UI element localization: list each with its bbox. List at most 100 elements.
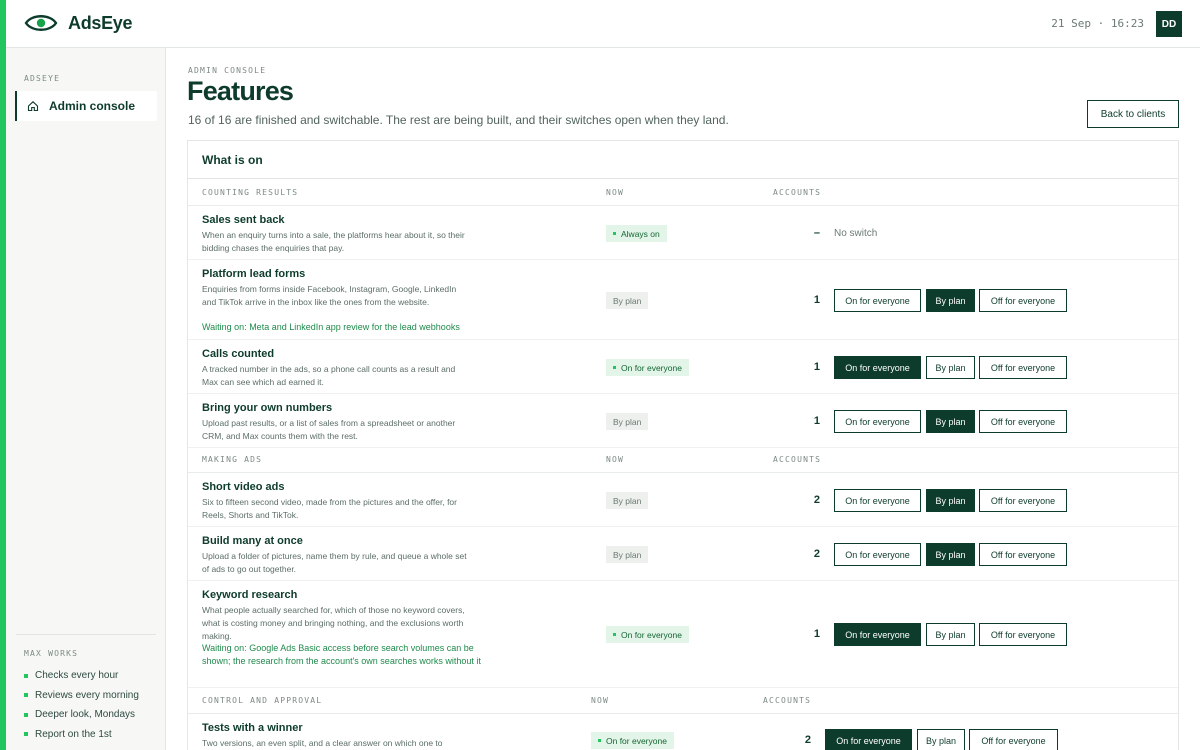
accounts-count: – bbox=[813, 227, 820, 239]
status-dot-icon bbox=[613, 633, 616, 636]
status-badge: On for everyone bbox=[591, 732, 674, 749]
by-plan-button[interactable]: By plan bbox=[926, 489, 975, 512]
table-row: Sales sent back When an enquiry turns in… bbox=[188, 207, 1178, 260]
section-name: MAKING ADS bbox=[202, 455, 263, 464]
by-plan-button[interactable]: By plan bbox=[926, 356, 975, 379]
breadcrumb: ADMIN CONSOLE bbox=[188, 66, 267, 75]
off-for-everyone-button[interactable]: Off for everyone bbox=[979, 289, 1067, 312]
divider bbox=[16, 634, 156, 635]
column-header-accounts: ACCOUNTS bbox=[763, 696, 812, 705]
card-title: What is on bbox=[202, 153, 263, 167]
column-header-now: NOW bbox=[606, 188, 625, 197]
by-plan-button[interactable]: By plan bbox=[926, 289, 975, 312]
home-icon bbox=[27, 101, 39, 112]
feature-description: What people actually searched for, which… bbox=[202, 605, 465, 641]
by-plan-button[interactable]: By plan bbox=[926, 410, 975, 433]
feature-title: Build many at once bbox=[202, 535, 303, 547]
by-plan-button[interactable]: By plan bbox=[917, 729, 965, 750]
by-plan-button[interactable]: By plan bbox=[926, 543, 975, 566]
max-works-title: MAX WORKS bbox=[24, 649, 79, 658]
back-to-clients-button[interactable]: Back to clients bbox=[1087, 100, 1179, 128]
column-header-accounts: ACCOUNTS bbox=[773, 188, 822, 197]
page-subtitle: 16 of 16 are finished and switchable. Th… bbox=[188, 113, 729, 127]
feature-description: Six to fifteen second video, made from t… bbox=[202, 497, 457, 520]
bullet-icon bbox=[24, 693, 28, 698]
status-badge: On for everyone bbox=[606, 626, 689, 643]
feature-title: Short video ads bbox=[202, 481, 285, 493]
off-for-everyone-button[interactable]: Off for everyone bbox=[969, 729, 1058, 750]
avatar[interactable]: DD bbox=[1156, 11, 1182, 37]
status-dot-icon bbox=[613, 232, 616, 235]
column-header-accounts: ACCOUNTS bbox=[773, 455, 822, 464]
max-works-list: Checks every hour Reviews every morning … bbox=[24, 666, 139, 744]
table-row: Build many at once Upload a folder of pi… bbox=[188, 528, 1178, 581]
clock-readout: 21 Sep · 16:23 bbox=[1051, 17, 1144, 30]
status-badge: Always on bbox=[606, 225, 667, 242]
accounts-count: 2 bbox=[804, 734, 811, 746]
bullet-icon bbox=[24, 673, 28, 678]
off-for-everyone-button[interactable]: Off for everyone bbox=[979, 356, 1067, 379]
on-for-everyone-button[interactable]: On for everyone bbox=[834, 289, 921, 312]
feature-description: Enquiries from forms inside Facebook, In… bbox=[202, 284, 457, 307]
feature-title: Bring your own numbers bbox=[202, 402, 333, 414]
on-for-everyone-button[interactable]: On for everyone bbox=[825, 729, 912, 750]
off-for-everyone-button[interactable]: Off for everyone bbox=[979, 543, 1067, 566]
on-for-everyone-button[interactable]: On for everyone bbox=[834, 543, 921, 566]
table-row: Keyword research What people actually se… bbox=[188, 582, 1178, 688]
column-header-now: NOW bbox=[591, 696, 610, 705]
waiting-note: Waiting on: Meta and LinkedIn app review… bbox=[202, 322, 460, 332]
off-for-everyone-button[interactable]: Off for everyone bbox=[979, 489, 1067, 512]
section-name: CONTROL AND APPROVAL bbox=[202, 696, 323, 705]
status-badge: By plan bbox=[606, 292, 649, 309]
status-badge: By plan bbox=[606, 492, 649, 509]
by-plan-button[interactable]: By plan bbox=[926, 623, 975, 646]
feature-description: Upload a folder of pictures, name them b… bbox=[202, 551, 467, 574]
on-for-everyone-button[interactable]: On for everyone bbox=[834, 489, 921, 512]
main-content: ADMIN CONSOLE Features 16 of 16 are fini… bbox=[167, 48, 1200, 750]
features-card: What is on COUNTING RESULTS NOW ACCOUNTS… bbox=[187, 140, 1179, 750]
status-badge: By plan bbox=[606, 413, 649, 430]
app-name: AdsEye bbox=[68, 12, 133, 33]
accounts-count: 1 bbox=[813, 628, 820, 640]
feature-description: Two versions, an even split, and a clear… bbox=[202, 738, 443, 748]
list-item: Report on the 1st bbox=[24, 725, 139, 745]
status-badge: By plan bbox=[606, 546, 649, 563]
table-row: Tests with a winner Two versions, an eve… bbox=[188, 715, 1178, 750]
sidebar-item-label: Admin console bbox=[49, 99, 136, 113]
sidebar-item-admin-console[interactable]: Admin console bbox=[15, 91, 157, 121]
top-bar: AdsEye 21 Sep · 16:23 DD bbox=[6, 0, 1200, 48]
sidebar-section-label: ADSEYE bbox=[24, 74, 61, 83]
accounts-count: 1 bbox=[813, 361, 820, 373]
feature-title: Sales sent back bbox=[202, 214, 285, 226]
feature-description: A tracked number in the ads, so a phone … bbox=[202, 364, 456, 387]
table-row: Short video ads Six to fifteen second vi… bbox=[188, 474, 1178, 527]
table-row: Calls counted A tracked number in the ad… bbox=[188, 341, 1178, 394]
list-item: Reviews every morning bbox=[24, 686, 139, 706]
feature-title: Keyword research bbox=[202, 589, 298, 601]
no-switch-label: No switch bbox=[834, 228, 878, 239]
feature-title: Platform lead forms bbox=[202, 268, 306, 280]
feature-title: Calls counted bbox=[202, 348, 275, 360]
status-dot-icon bbox=[598, 739, 601, 742]
logo[interactable]: AdsEye bbox=[24, 12, 133, 34]
section-name: COUNTING RESULTS bbox=[202, 188, 299, 197]
feature-description: Upload past results, or a list of sales … bbox=[202, 418, 456, 441]
page-title: Features bbox=[187, 76, 294, 106]
section-header: CONTROL AND APPROVAL NOW ACCOUNTS bbox=[188, 687, 1178, 714]
bullet-icon bbox=[24, 712, 28, 717]
accounts-count: 2 bbox=[813, 548, 820, 560]
on-for-everyone-button[interactable]: On for everyone bbox=[834, 410, 921, 433]
on-for-everyone-button[interactable]: On for everyone bbox=[834, 623, 921, 646]
accounts-count: 1 bbox=[813, 415, 820, 427]
sidebar: ADSEYE Admin console MAX WORKS Checks ev… bbox=[6, 48, 166, 750]
off-for-everyone-button[interactable]: Off for everyone bbox=[979, 410, 1067, 433]
feature-title: Tests with a winner bbox=[202, 722, 303, 734]
table-row: Platform lead forms Enquiries from forms… bbox=[188, 261, 1178, 340]
off-for-everyone-button[interactable]: Off for everyone bbox=[979, 623, 1067, 646]
accounts-count: 2 bbox=[813, 494, 820, 506]
status-dot-icon bbox=[613, 366, 616, 369]
eye-logo-icon bbox=[24, 15, 58, 31]
on-for-everyone-button[interactable]: On for everyone bbox=[834, 356, 921, 379]
waiting-note: Waiting on: Google Ads Basic access befo… bbox=[202, 643, 481, 666]
table-row: Bring your own numbers Upload past resul… bbox=[188, 395, 1178, 448]
